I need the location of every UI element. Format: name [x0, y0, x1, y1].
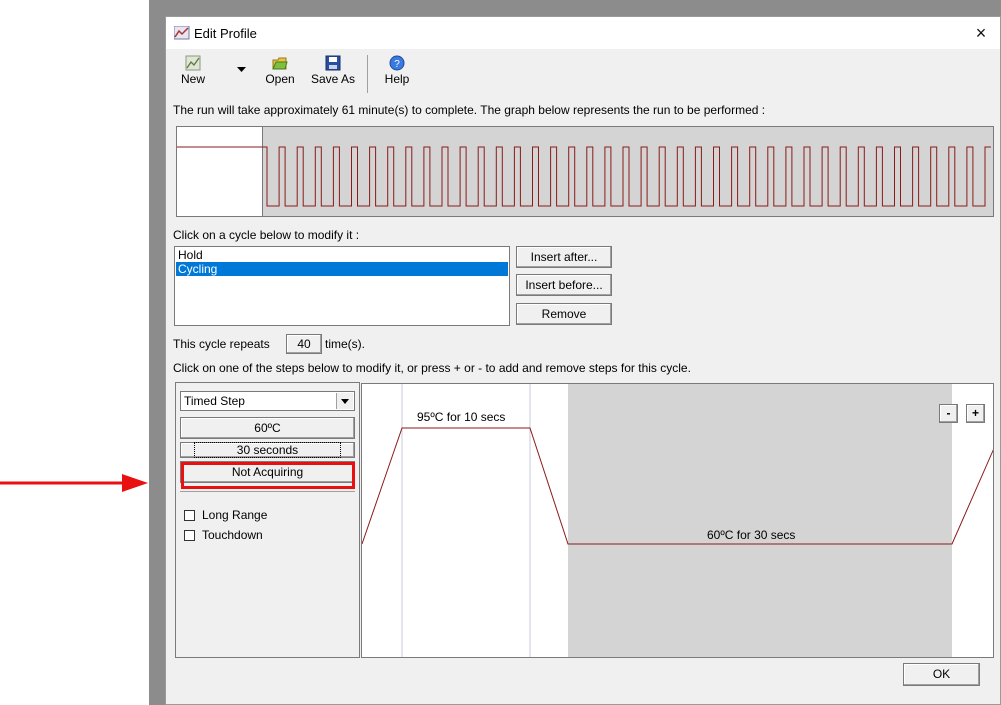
remove-button[interactable]: Remove [516, 303, 612, 325]
open-folder-icon [272, 57, 288, 70]
ok-button[interactable]: OK [903, 663, 980, 686]
title-bar[interactable]: Edit Profile × [166, 17, 1000, 49]
step-graph-panel[interactable]: 95ºC for 10 secs 60ºC for 30 secs - + [361, 383, 994, 658]
profile-icon [174, 26, 190, 40]
new-button[interactable]: New [176, 53, 210, 95]
repeat-prefix: This cycle repeats [173, 337, 270, 351]
help-label: Help [384, 72, 410, 86]
long-range-label: Long Range [202, 508, 268, 522]
step-type-dropdown-button[interactable] [336, 393, 353, 409]
insert-after-button[interactable]: Insert after... [516, 246, 612, 268]
save-disk-icon [325, 55, 341, 71]
open-button[interactable]: Open [260, 53, 300, 95]
window-title: Edit Profile [194, 26, 257, 41]
selected-step-shade[interactable] [568, 384, 952, 658]
cycle-item-cycling[interactable]: Cycling [176, 262, 508, 276]
cycle-item-hold[interactable]: Hold [176, 248, 508, 262]
repeat-suffix: time(s). [325, 337, 365, 351]
svg-text:?: ? [394, 59, 400, 70]
touchdown-checkbox[interactable] [184, 530, 195, 541]
cycle-list[interactable]: Hold Cycling [174, 246, 510, 326]
steps-prompt: Click on one of the steps below to modif… [173, 361, 691, 375]
chevron-down-icon [341, 399, 349, 404]
help-icon: ? [389, 55, 405, 71]
touchdown-label: Touchdown [202, 528, 263, 542]
edit-profile-dialog: Edit Profile × New Open Save As ? Help T… [165, 16, 1001, 705]
save-as-label: Save As [310, 72, 356, 86]
help-button[interactable]: ? Help [380, 53, 414, 95]
step-type-value: Timed Step [184, 394, 245, 408]
duration-value: 30 seconds [193, 442, 342, 458]
step-graph [362, 384, 993, 658]
long-range-checkbox[interactable] [184, 510, 195, 521]
repeat-count-field[interactable]: 40 [286, 334, 322, 354]
run-duration-text: The run will take approximately 61 minut… [173, 103, 766, 117]
duration-field[interactable]: 30 seconds [180, 442, 355, 458]
annotation-arrow-icon [0, 474, 148, 492]
toolbar-separator [367, 55, 368, 93]
run-overview-graph [176, 126, 994, 217]
remove-step-button[interactable]: - [939, 404, 958, 423]
step-editor-panel: Timed Step 60ºC 30 seconds Not Acquiring… [175, 382, 360, 658]
open-label: Open [265, 72, 295, 86]
caret-down-icon [236, 67, 246, 72]
step-type-select[interactable]: Timed Step [180, 391, 355, 411]
temperature-field[interactable]: 60ºC [180, 417, 355, 439]
new-dropdown-arrow[interactable] [234, 65, 248, 79]
step1-label[interactable]: 95ºC for 10 secs [417, 410, 505, 424]
highlight-box [181, 462, 355, 489]
cycle-list-prompt: Click on a cycle below to modify it : [173, 228, 360, 242]
add-step-button[interactable]: + [966, 404, 985, 423]
close-button[interactable]: × [968, 21, 994, 45]
new-label: New [180, 72, 205, 86]
editor-divider [180, 491, 355, 492]
new-icon [185, 55, 201, 71]
toolbar: New Open Save As ? Help [170, 51, 1000, 97]
insert-before-button[interactable]: Insert before... [516, 274, 612, 296]
step2-label[interactable]: 60ºC for 30 secs [707, 528, 795, 542]
save-as-button[interactable]: Save As [308, 53, 358, 95]
